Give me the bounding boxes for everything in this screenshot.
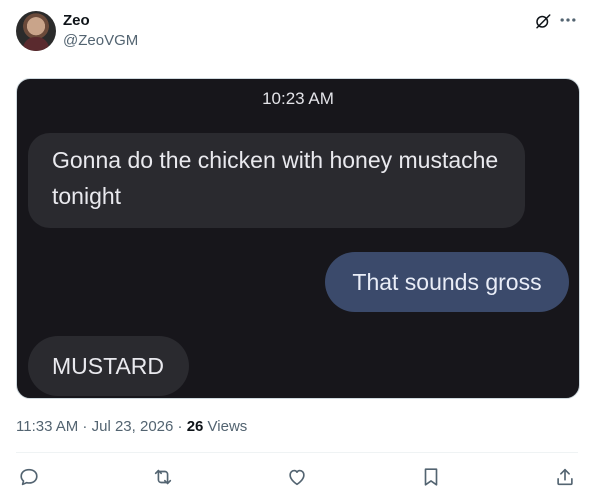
- divider: [16, 452, 578, 453]
- avatar[interactable]: [16, 11, 56, 51]
- tweet-image[interactable]: 10:23 AM Gonna do the chicken with honey…: [16, 78, 580, 399]
- incoming-message-bubble: MUSTARD: [28, 336, 189, 396]
- meta-separator: ·: [173, 418, 187, 435]
- grok-icon[interactable]: [534, 12, 552, 30]
- message-timestamp: 10:23 AM: [262, 89, 334, 108]
- repost-icon[interactable]: [152, 466, 176, 490]
- tweet-meta: 11:33 AM · Jul 23, 2026 · 26 Views: [16, 418, 247, 435]
- share-icon[interactable]: [554, 466, 578, 490]
- tweet-header: Zeo @ZeoVGM: [16, 10, 578, 54]
- outgoing-message-bubble: That sounds gross: [325, 252, 569, 312]
- meta-separator: ·: [78, 418, 92, 435]
- post-date[interactable]: Jul 23, 2026: [92, 418, 174, 435]
- author-handle[interactable]: @ZeoVGM: [63, 32, 138, 49]
- action-bar: [16, 466, 578, 490]
- post-time[interactable]: 11:33 AM: [16, 418, 78, 435]
- views-label: Views: [203, 418, 248, 435]
- like-icon[interactable]: [286, 466, 310, 490]
- more-options-icon[interactable]: [558, 10, 578, 30]
- incoming-message-bubble: Gonna do the chicken with honey mustache…: [28, 133, 525, 228]
- reply-icon[interactable]: [18, 466, 42, 490]
- views-count: 26: [186, 418, 204, 435]
- bookmark-icon[interactable]: [420, 466, 444, 490]
- author-name[interactable]: Zeo: [63, 12, 90, 29]
